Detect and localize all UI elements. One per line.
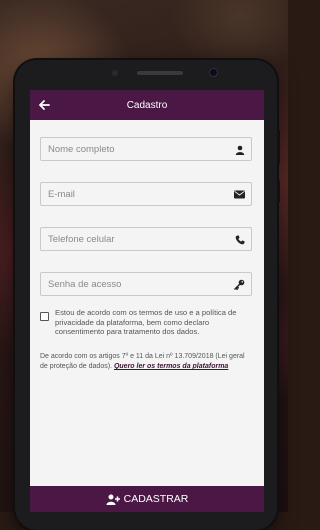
consent-checkbox[interactable] — [40, 312, 49, 321]
page-title: Cadastro — [126, 99, 168, 111]
back-button[interactable] — [36, 97, 52, 113]
phone-field[interactable] — [40, 227, 252, 251]
password-field[interactable] — [40, 272, 252, 296]
volume-button — [277, 130, 280, 164]
name-input[interactable] — [41, 138, 228, 160]
phone-top-bezel — [15, 60, 277, 88]
email-input[interactable] — [41, 183, 228, 205]
phone-icon — [234, 234, 245, 245]
arrow-left-icon — [38, 100, 50, 110]
power-button — [277, 180, 280, 202]
email-field[interactable] — [40, 182, 252, 206]
envelope-icon — [234, 189, 245, 200]
consent-text: Estou de acordo com os termos de uso e a… — [55, 308, 237, 336]
app-bar: Cadastro — [30, 90, 264, 120]
user-icon — [234, 144, 245, 155]
terms-consent: Estou de acordo com os termos de uso e a… — [40, 308, 252, 337]
register-button[interactable]: CADASTRAR — [30, 486, 264, 512]
app-screen: Cadastro Nome completo E-mail Telefone c… — [30, 90, 264, 512]
front-camera — [210, 69, 217, 76]
terms-link[interactable]: Quero ler os termos da plataforma — [114, 363, 228, 370]
key-icon — [234, 279, 245, 290]
legal-notice: De acordo com os artigos 7º e 11 da Lei … — [40, 352, 254, 372]
name-field[interactable] — [40, 137, 252, 161]
phone-input[interactable] — [41, 228, 228, 250]
register-label: CADASTRAR — [123, 493, 189, 505]
user-plus-icon — [106, 494, 120, 505]
proximity-sensor — [112, 70, 118, 76]
earpiece-speaker — [137, 71, 183, 75]
password-input[interactable] — [41, 273, 228, 295]
